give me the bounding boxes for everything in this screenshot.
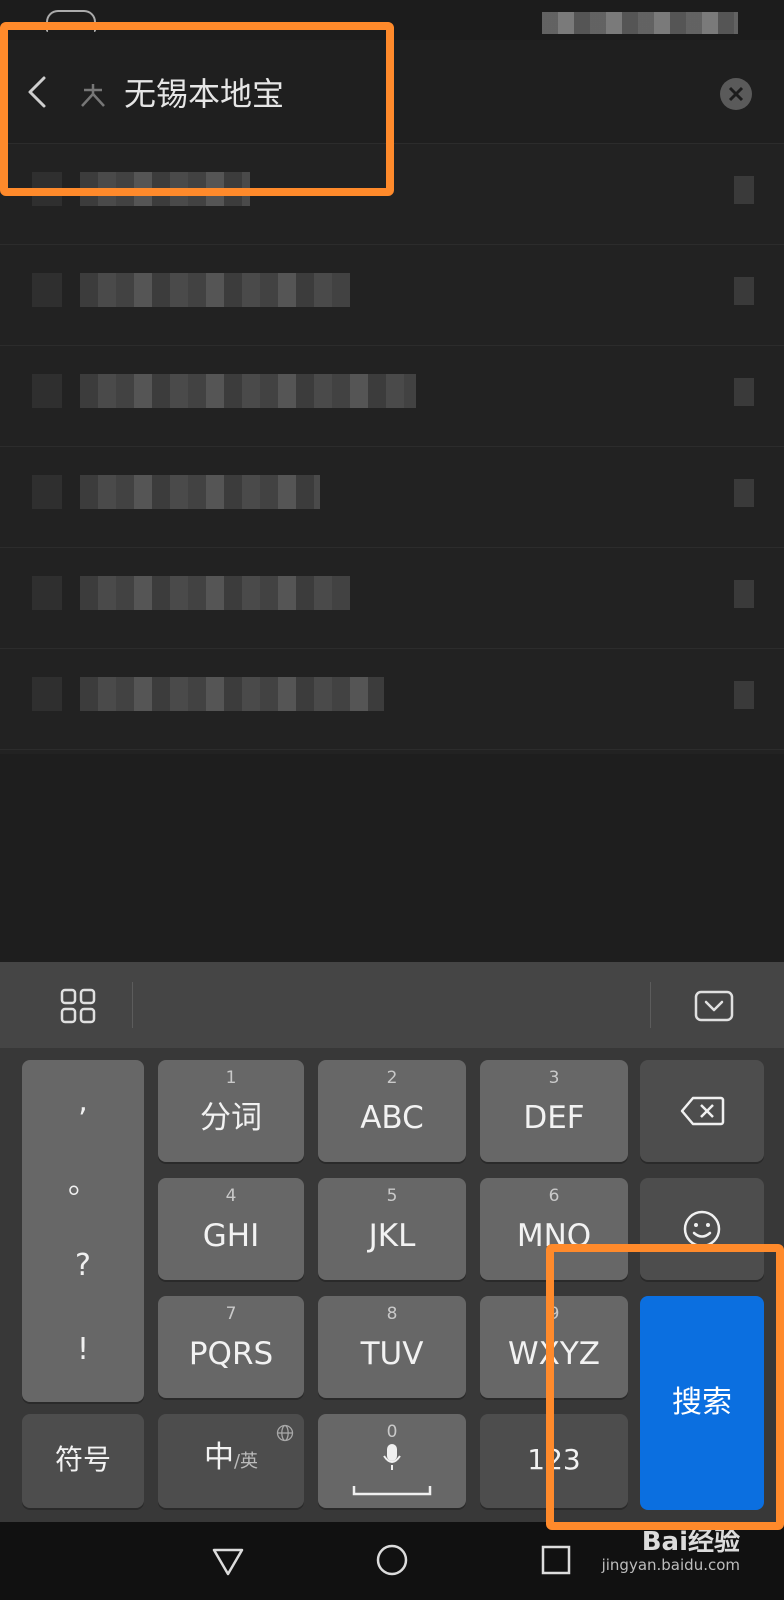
key-number: 4 — [225, 1186, 237, 1206]
period-key[interactable]: 。 — [22, 1164, 144, 1204]
pixelated-icon — [32, 273, 62, 307]
key-number: 3 — [548, 1068, 560, 1088]
suggestion-list — [0, 144, 784, 754]
watermark-main: Bai经验 — [641, 1527, 740, 1557]
punctuation-column: , 。 ? ! — [22, 1060, 144, 1402]
key-label: DEF — [523, 1100, 585, 1136]
suggestion-item[interactable] — [0, 346, 784, 447]
search-input[interactable]: 无锡本地宝 — [124, 74, 284, 114]
nav-back-icon[interactable] — [208, 1542, 248, 1578]
key-number: 8 — [386, 1304, 398, 1324]
emoji-key[interactable] — [640, 1178, 764, 1280]
pixelated-icon — [32, 172, 62, 206]
question-key[interactable]: ? — [22, 1246, 144, 1286]
pixelated-text — [80, 273, 350, 307]
empty-area — [0, 754, 784, 962]
pixelated-text — [80, 475, 320, 509]
symbols-key[interactable]: 符号 — [22, 1414, 144, 1508]
key-4[interactable]: 4 GHI — [158, 1178, 304, 1280]
toolbar-divider — [650, 982, 651, 1028]
key-label: JKL — [368, 1218, 416, 1254]
key-number: 2 — [386, 1068, 398, 1088]
exclamation-key[interactable]: ! — [22, 1330, 144, 1370]
baidu-jingyan-watermark: Bai经验 jingyan.baidu.com — [602, 1528, 740, 1574]
pixelated-text — [80, 172, 250, 206]
key-1[interactable]: 1 分词 — [158, 1060, 304, 1162]
pixelated-text — [80, 374, 416, 408]
backspace-icon — [680, 1096, 725, 1126]
suggestion-item[interactable] — [0, 447, 784, 548]
nav-recents-icon[interactable] — [536, 1542, 576, 1578]
key-6[interactable]: 6 MNO — [480, 1178, 628, 1280]
pixelated-arrow — [734, 580, 754, 608]
pixelated-arrow — [734, 277, 754, 305]
pixelated-text — [80, 677, 384, 711]
key-number: 7 — [225, 1304, 237, 1324]
language-switch-key[interactable]: 中/英 — [158, 1414, 304, 1508]
lang-sub-label: /英 — [233, 1451, 259, 1472]
smiley-icon — [683, 1210, 721, 1248]
suggestion-item[interactable] — [0, 649, 784, 750]
key-label: GHI — [202, 1218, 260, 1254]
key-7[interactable]: 7 PQRS — [158, 1296, 304, 1398]
backspace-key[interactable] — [640, 1060, 764, 1162]
nav-home-icon[interactable] — [372, 1542, 412, 1578]
key-number: 6 — [548, 1186, 560, 1206]
wifi-icon — [46, 10, 96, 32]
back-arrow-icon[interactable] — [24, 74, 52, 110]
pixelated-icon — [32, 576, 62, 610]
search-bar: 无锡本地宝 — [0, 40, 784, 144]
pixelated-arrow — [734, 479, 754, 507]
key-label: TUV — [360, 1336, 424, 1372]
hide-keyboard-icon[interactable] — [694, 990, 734, 1022]
clear-search-icon[interactable] — [720, 78, 752, 110]
key-label: 123 — [527, 1443, 581, 1476]
search-button[interactable]: 搜索 — [640, 1296, 764, 1510]
key-9[interactable]: 9 WXYZ — [480, 1296, 628, 1398]
watermark-url: jingyan.baidu.com — [601, 1556, 740, 1574]
key-8[interactable]: 8 TUV — [318, 1296, 466, 1398]
status-icons-pixelated — [542, 12, 738, 34]
key-label: ABC — [360, 1100, 424, 1136]
key-number: 0 — [386, 1422, 398, 1442]
microphone-icon — [383, 1444, 401, 1470]
pixelated-arrow — [734, 176, 754, 204]
grid-menu-icon[interactable] — [60, 988, 96, 1024]
key-2[interactable]: 2 ABC — [318, 1060, 466, 1162]
toolbar-divider — [132, 982, 133, 1028]
pixelated-icon — [32, 475, 62, 509]
space-bar-icon — [352, 1486, 432, 1496]
status-bar — [0, 0, 784, 40]
keyboard-toolbar — [0, 962, 784, 1048]
numbers-key[interactable]: 123 — [480, 1414, 628, 1508]
pixelated-icon — [32, 677, 62, 711]
pixelated-arrow — [734, 681, 754, 709]
space-key[interactable]: 0 — [318, 1414, 466, 1508]
suggestion-item[interactable] — [0, 548, 784, 649]
key-label: PQRS — [188, 1336, 274, 1372]
key-3[interactable]: 3 DEF — [480, 1060, 628, 1162]
pixelated-arrow — [734, 378, 754, 406]
comma-key[interactable]: , — [22, 1082, 144, 1122]
pixelated-text — [80, 576, 350, 610]
key-label: 符号 — [54, 1443, 111, 1476]
ime-keyboard: , 。 ? ! 1 分词 2 ABC 3 DEF 4 GHI 5 JKL 6 M… — [0, 962, 784, 1522]
key-number: 5 — [386, 1186, 398, 1206]
lang-main-label: 中 — [203, 1440, 234, 1475]
pixelated-icon — [32, 374, 62, 408]
suggestion-item[interactable] — [0, 245, 784, 346]
key-number: 9 — [548, 1304, 560, 1324]
key-label: 分词 — [200, 1100, 262, 1136]
suggestion-item[interactable] — [0, 144, 784, 245]
key-number: 1 — [225, 1068, 237, 1088]
key-5[interactable]: 5 JKL — [318, 1178, 466, 1280]
key-label: MNO — [516, 1218, 592, 1254]
key-label: WXYZ — [507, 1336, 601, 1372]
spark-icon — [78, 82, 108, 108]
